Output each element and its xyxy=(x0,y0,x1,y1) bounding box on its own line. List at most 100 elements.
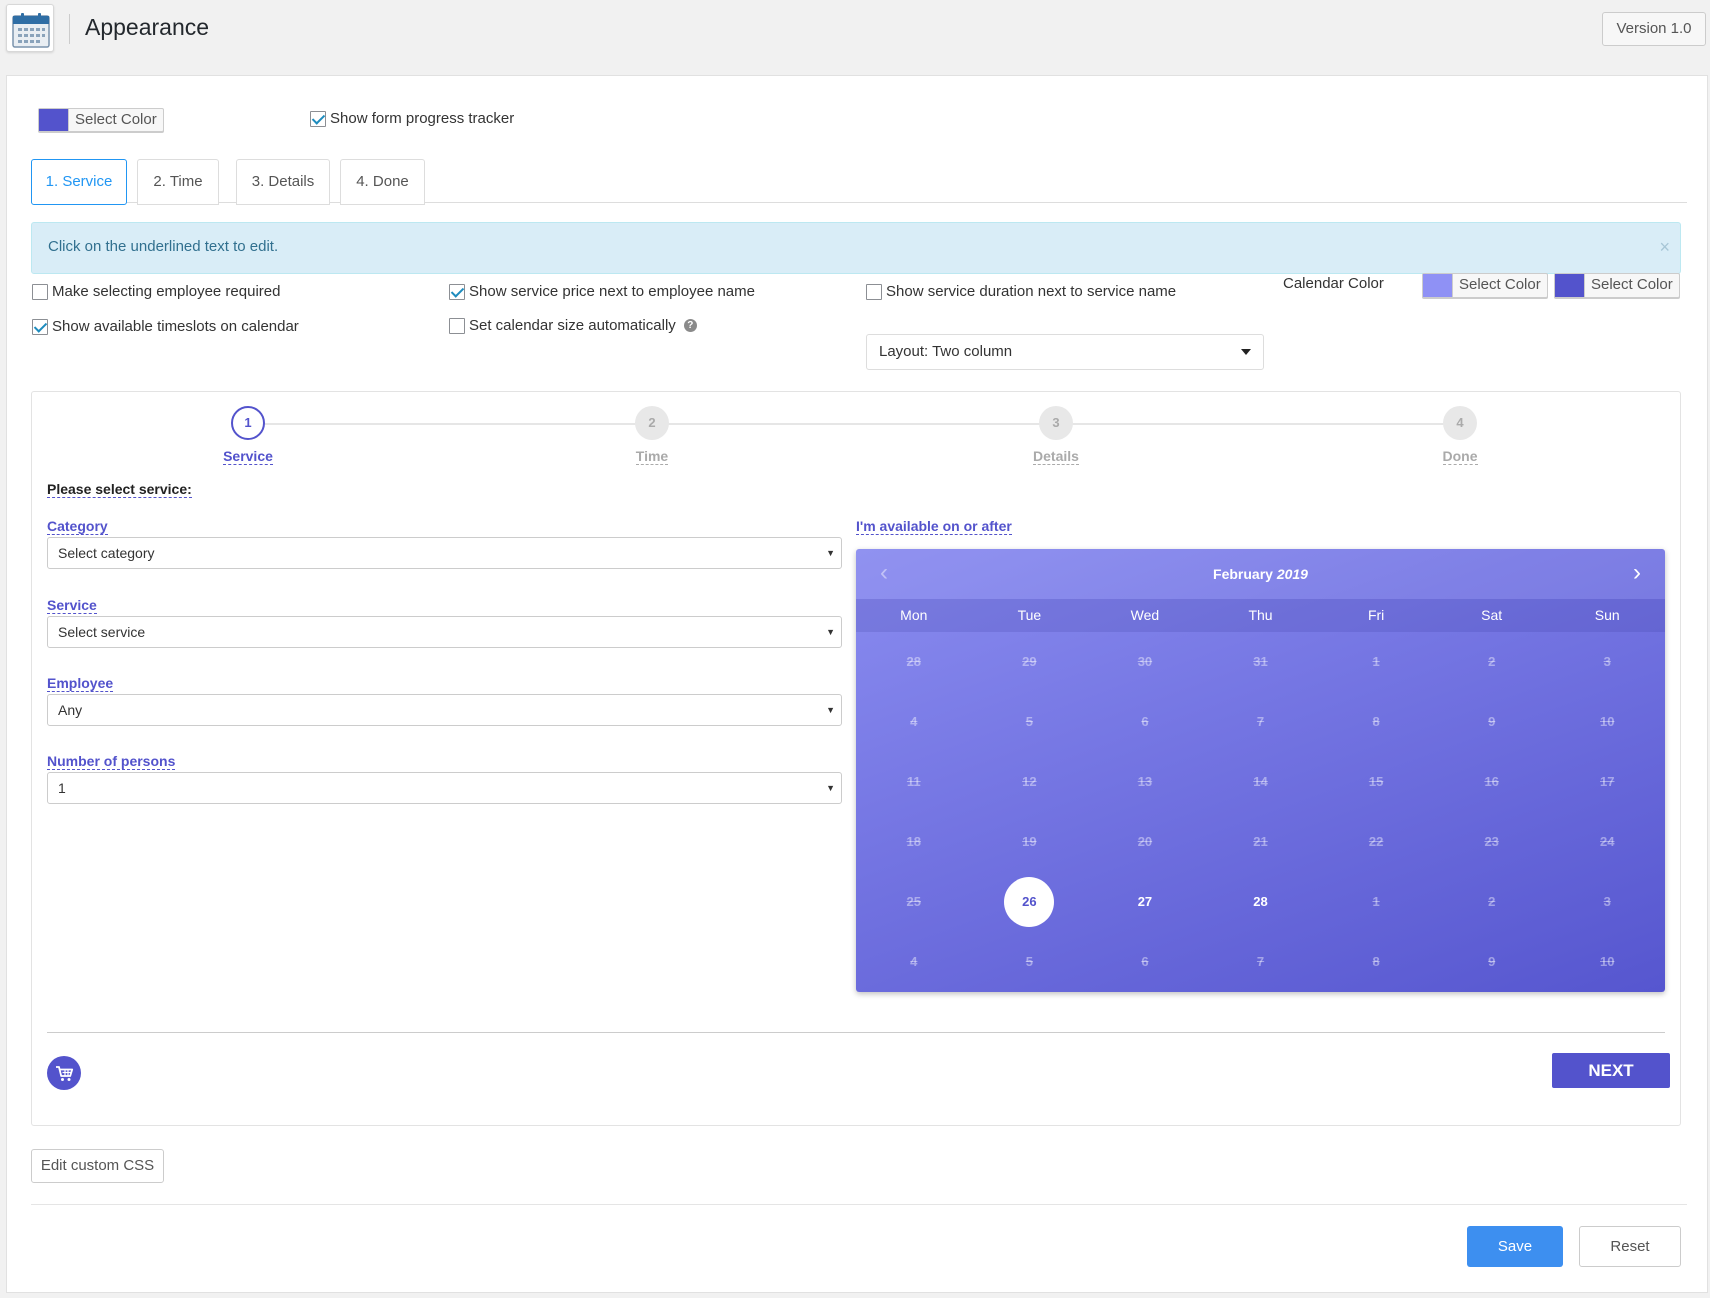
available-day[interactable]: 27 xyxy=(1087,872,1203,932)
day-number: 3 xyxy=(1603,654,1611,669)
save-button[interactable]: Save xyxy=(1467,1226,1563,1267)
step-number: 4 xyxy=(1443,406,1477,440)
calendar-auto-size-checkbox[interactable] xyxy=(449,317,465,334)
progress-tracker-checkbox[interactable] xyxy=(310,110,326,127)
calendar-color-picker-1[interactable]: Select Color xyxy=(1422,273,1548,298)
edit-custom-css-button[interactable]: Edit custom CSS xyxy=(31,1149,164,1183)
weekday-label: Mon xyxy=(900,607,928,623)
timeslots-checkbox[interactable] xyxy=(32,318,48,335)
employee-label[interactable]: Employee xyxy=(47,675,114,692)
employee-required-checkbox[interactable] xyxy=(32,283,48,300)
weekday-label: Sat xyxy=(1481,607,1503,623)
tab-time[interactable]: 2. Time xyxy=(137,159,219,205)
day-number: 23 xyxy=(1484,834,1499,849)
layout-select[interactable]: Layout: Two column xyxy=(866,334,1264,370)
prev-month-icon[interactable]: ‹ xyxy=(880,549,888,597)
calendar-week-row: 4 5 6 7 8 9 10 xyxy=(856,692,1665,752)
timeslots-option[interactable]: Show available timeslots on calendar xyxy=(32,318,299,335)
step-number: 2 xyxy=(635,406,669,440)
category-select[interactable]: Select category ▼ xyxy=(47,537,842,569)
tab-service[interactable]: 1. Service xyxy=(31,159,127,205)
date-picker-calendar: February 2019 ‹ › Mon Tue Wed Thu Fri Sat Sun … xyxy=(856,549,1665,992)
cart-button[interactable] xyxy=(47,1056,81,1090)
service-select-value: Select service xyxy=(58,624,146,640)
unavailable-day: 31 xyxy=(1203,632,1319,692)
tab-details[interactable]: 3. Details xyxy=(236,159,330,205)
unavailable-day: 6 xyxy=(1087,932,1203,992)
step-label[interactable]: Details xyxy=(1033,448,1079,465)
weekday-label: Tue xyxy=(1017,607,1042,623)
service-select[interactable]: Select service ▼ xyxy=(47,616,842,648)
step-label[interactable]: Service xyxy=(223,448,273,465)
next-month-icon[interactable]: › xyxy=(1633,549,1641,597)
unavailable-day: 4 xyxy=(856,692,972,752)
number-of-persons-select[interactable]: 1 ▼ xyxy=(47,772,842,804)
number-of-persons-label[interactable]: Number of persons xyxy=(47,753,176,770)
available-day[interactable]: 28 xyxy=(1203,872,1319,932)
service-label[interactable]: Service xyxy=(47,597,97,614)
booking-form-preview: 1 Service 2 Time 3 Details 4 Done Please… xyxy=(31,391,1681,1126)
step-label[interactable]: Done xyxy=(1442,448,1478,465)
employee-required-option[interactable]: Make selecting employee required xyxy=(32,283,280,300)
step-time[interactable]: 2 Time xyxy=(592,406,712,465)
service-price-checkbox[interactable] xyxy=(449,283,465,300)
calendar-days-grid: 28 29 30 31 1 2 3 4 5 6 7 8 9 10 11 12 13 14 15 16 17 18 19 20 2… xyxy=(856,632,1665,992)
calendar-week-row: 11 12 13 14 15 16 17 xyxy=(856,752,1665,812)
unavailable-day: 9 xyxy=(1434,692,1550,752)
select-color-label: Select Color xyxy=(1459,276,1541,293)
service-price-option[interactable]: Show service price next to employee name xyxy=(449,283,755,300)
selected-day-number: 26 xyxy=(1004,877,1055,927)
service-duration-label: Show service duration next to service na… xyxy=(886,283,1177,300)
unavailable-day: 15 xyxy=(1318,752,1434,812)
step-service[interactable]: 1 Service xyxy=(188,406,308,465)
day-number: 2 xyxy=(1488,654,1496,669)
employee-select[interactable]: Any ▼ xyxy=(47,694,842,726)
calendar-auto-size-option[interactable]: Set calendar size automatically ? xyxy=(449,317,697,334)
unavailable-day: 18 xyxy=(856,812,972,872)
step-label[interactable]: Time xyxy=(635,448,669,465)
progress-tracker-option[interactable]: Show form progress tracker xyxy=(310,110,514,127)
unavailable-day: 19 xyxy=(972,812,1088,872)
service-duration-option[interactable]: Show service duration next to service na… xyxy=(866,283,1176,300)
version-button[interactable]: Version 1.0 xyxy=(1602,12,1706,46)
category-label[interactable]: Category xyxy=(47,518,108,535)
step-details[interactable]: 3 Details xyxy=(996,406,1116,465)
day-number: 30 xyxy=(1137,654,1153,669)
please-select-service-heading[interactable]: Please select service: xyxy=(47,481,192,498)
selected-day[interactable]: 26 xyxy=(972,872,1088,932)
day-number: 9 xyxy=(1488,714,1496,729)
calendar-color-label: Calendar Color xyxy=(1283,275,1384,292)
calendar-month: February xyxy=(1213,566,1273,582)
unavailable-day: 17 xyxy=(1549,752,1665,812)
chevron-down-icon: ▼ xyxy=(826,627,835,637)
unavailable-day: 8 xyxy=(1318,932,1434,992)
help-icon[interactable]: ? xyxy=(683,319,697,332)
tab-done[interactable]: 4. Done xyxy=(340,159,425,205)
day-number: 13 xyxy=(1137,774,1153,789)
service-duration-checkbox[interactable] xyxy=(866,283,882,300)
next-button[interactable]: NEXT xyxy=(1552,1053,1670,1088)
primary-color-picker[interactable]: Select Color xyxy=(38,108,164,132)
day-number: 6 xyxy=(1141,714,1149,729)
select-color-label: Select Color xyxy=(1591,276,1673,293)
reset-button[interactable]: Reset xyxy=(1579,1226,1681,1267)
day-number: 2 xyxy=(1488,894,1496,909)
step-done[interactable]: 4 Done xyxy=(1400,406,1520,465)
calendar-week-row: 4 5 6 7 8 9 10 xyxy=(856,932,1665,992)
cart-icon xyxy=(56,1066,74,1081)
info-alert: Click on the underlined text to edit. × xyxy=(31,222,1681,274)
layout-select-value: Layout: Two column xyxy=(879,343,1013,360)
weekday-label: Sun xyxy=(1594,607,1620,623)
appearance-panel: Select Color Show form progress tracker … xyxy=(6,75,1708,1293)
day-number: 8 xyxy=(1372,714,1380,729)
day-number: 8 xyxy=(1372,954,1380,969)
day-number: 12 xyxy=(1022,774,1037,789)
close-icon[interactable]: × xyxy=(1659,223,1670,271)
available-date-label[interactable]: I'm available on or after xyxy=(856,518,1012,535)
calendar-color-picker-2[interactable]: Select Color xyxy=(1554,273,1680,298)
day-number: 24 xyxy=(1600,834,1615,849)
day-number: 10 xyxy=(1600,714,1615,729)
day-number: 31 xyxy=(1253,654,1268,669)
day-number: 5 xyxy=(1025,714,1033,729)
chevron-down-icon: ▼ xyxy=(826,548,835,558)
